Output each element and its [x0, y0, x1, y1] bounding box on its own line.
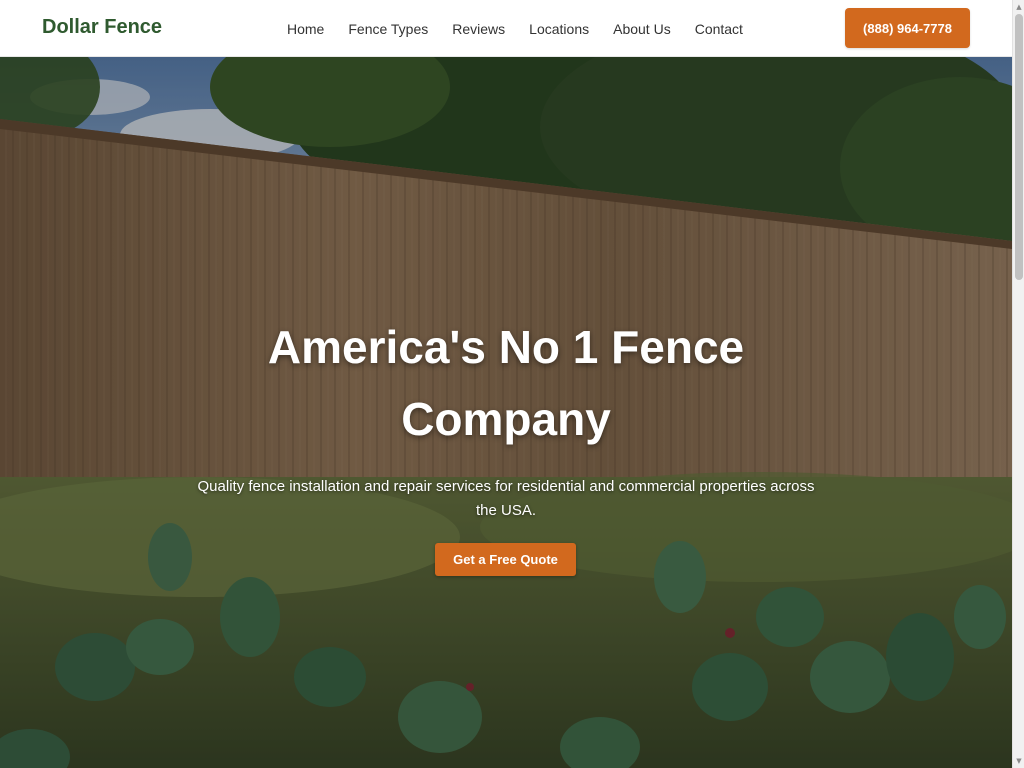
arrow-up-icon[interactable]: ▲ [1015, 2, 1023, 12]
site-header: Dollar Fence Home Fence Types Reviews Lo… [0, 0, 1012, 57]
hero-section: America's No 1 Fence Company Quality fen… [0, 57, 1012, 768]
nav-about-us[interactable]: About Us [613, 21, 671, 37]
page: Dollar Fence Home Fence Types Reviews Lo… [0, 0, 1024, 768]
hero-content: America's No 1 Fence Company Quality fen… [0, 57, 1012, 768]
nav-fence-types[interactable]: Fence Types [348, 21, 428, 37]
get-free-quote-button[interactable]: Get a Free Quote [435, 543, 576, 576]
arrow-down-icon[interactable]: ▼ [1015, 756, 1023, 766]
nav-home[interactable]: Home [287, 21, 324, 37]
site-logo[interactable]: Dollar Fence [42, 16, 162, 39]
nav-locations[interactable]: Locations [529, 21, 589, 37]
scrollbar-thumb[interactable] [1015, 14, 1023, 280]
nav-contact[interactable]: Contact [695, 21, 743, 37]
hero-title: America's No 1 Fence Company [267, 321, 745, 445]
hero-subtitle: Quality fence installation and repair se… [197, 478, 815, 519]
main-nav: Home Fence Types Reviews Locations About… [287, 0, 767, 57]
page-scrollbar[interactable]: ▲ ▼ [1012, 0, 1024, 768]
nav-reviews[interactable]: Reviews [452, 21, 505, 37]
phone-call-button[interactable]: (888) 964-7778 [845, 8, 970, 48]
